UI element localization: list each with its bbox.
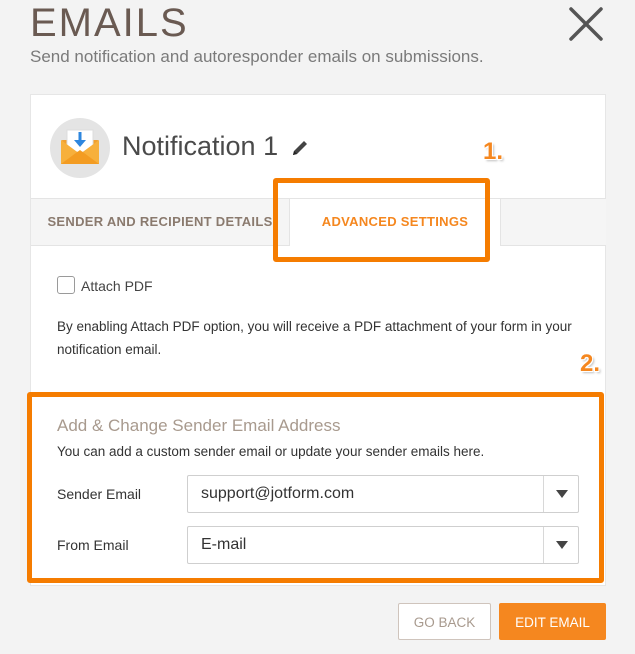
close-icon[interactable] [566, 4, 606, 44]
attach-pdf-description: By enabling Attach PDF option, you will … [57, 319, 572, 357]
tab-sender-recipient-details[interactable]: SENDER AND RECIPIENT DETAILS [31, 199, 289, 245]
attach-pdf-checkbox[interactable] [57, 276, 75, 294]
envelope-download-icon [50, 118, 110, 178]
pencil-icon[interactable] [290, 138, 310, 158]
highlight-box-2 [27, 392, 604, 583]
page-title: EMAILS [30, 1, 189, 45]
edit-email-button[interactable]: EDIT EMAIL [499, 603, 606, 640]
go-back-button[interactable]: GO BACK [398, 603, 491, 640]
notification-title: Notification 1 [122, 131, 279, 161]
page-subtitle: Send notification and autoresponder emai… [30, 47, 484, 66]
highlight-box-1 [273, 178, 490, 262]
step-2-annotation: 2. [580, 350, 601, 377]
attach-pdf-label[interactable]: Attach PDF [81, 278, 153, 294]
step-1-annotation: 1. [483, 138, 504, 165]
